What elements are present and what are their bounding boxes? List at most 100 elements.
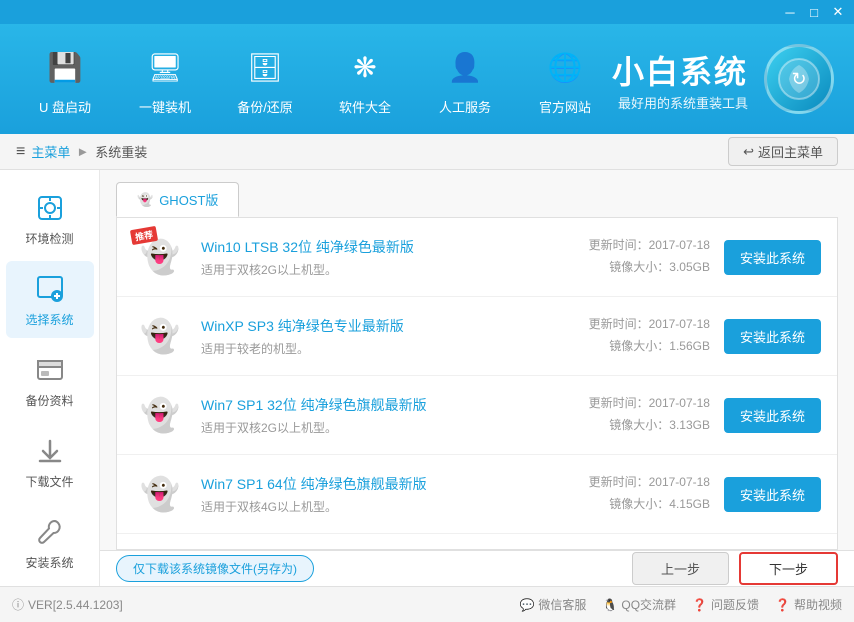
nav-label-manual-service: 人工服务 xyxy=(439,97,491,116)
ghost-icon-winxp: 👻 xyxy=(133,309,187,363)
back-icon: ↩ xyxy=(743,144,754,160)
apps-icon: ❋ xyxy=(340,43,390,93)
breadcrumb-home[interactable]: 主菜单 xyxy=(31,142,70,161)
logo-title: 小白系统 xyxy=(612,47,748,93)
download-icon xyxy=(32,433,68,469)
sidebar-item-download-file[interactable]: 下载文件 xyxy=(6,423,94,500)
sidebar-item-install-system[interactable]: 安装系统 xyxy=(6,504,94,581)
qq-group-link[interactable]: 🐧 QQ交流群 xyxy=(602,596,676,613)
breadcrumb: ≡ 主菜单 ► 系统重装 xyxy=(16,142,147,161)
ghost-tab-icon: 👻 xyxy=(137,192,153,208)
system-item-win7-64: 👻 Win7 SP1 64位 纯净绿色旗舰最新版 适用于双核4G以上机型。 更新… xyxy=(117,455,837,534)
system-meta-win7-64: 更新时间：2017-07-18 镜像大小：4.15GB xyxy=(550,472,710,515)
download-only-button[interactable]: 仅下载该系统镜像文件(另存为) xyxy=(116,555,314,582)
wrench-icon xyxy=(32,514,68,550)
system-update-win7-64: 更新时间：2017-07-18 xyxy=(550,472,710,494)
info-icon: ⓘ xyxy=(12,596,24,613)
gear-icon xyxy=(32,190,68,226)
qq-icon: 🐧 xyxy=(602,598,617,612)
nav-item-software-center[interactable]: ❋ 软件大全 xyxy=(320,35,410,124)
breadcrumb-separator: ► xyxy=(76,144,89,159)
nav-label-software-center: 软件大全 xyxy=(339,97,391,116)
titlebar: ─ □ ✕ xyxy=(0,0,854,24)
ghost-icon-win7-64: 👻 xyxy=(133,467,187,521)
logo-svg: ↻ xyxy=(777,57,821,101)
usb-icon: 💾 xyxy=(40,43,90,93)
system-meta-win10: 更新时间：2017-07-18 镜像大小：3.05GB xyxy=(550,235,710,278)
logo-icon: ↻ xyxy=(764,44,834,114)
footer: ⓘ VER[2.5.44.1203] 💬 微信客服 🐧 QQ交流群 ❓ 问题反馈… xyxy=(0,586,854,622)
system-info-win10: Win10 LTSB 32位 纯净绿色最新版 适用于双核2G以上机型。 xyxy=(201,237,536,278)
ghost-tab-label: GHOST版 xyxy=(159,190,218,209)
tab-ghost[interactable]: 👻 GHOST版 xyxy=(116,182,239,217)
breadcrumb-bar: ≡ 主菜单 ► 系统重装 ↩ 返回主菜单 xyxy=(0,134,854,170)
nav-item-manual-service[interactable]: 👤 人工服务 xyxy=(420,35,510,124)
system-size-win7-64: 镜像大小：4.15GB xyxy=(550,494,710,516)
monitor-icon: 🖥 xyxy=(140,43,190,93)
install-btn-win10[interactable]: 安装此系统 xyxy=(724,240,821,275)
database-icon: 🗄 xyxy=(240,43,290,93)
menu-icon: ≡ xyxy=(16,143,25,161)
sidebar-item-select-system[interactable]: 选择系统 xyxy=(6,261,94,338)
install-btn-win7-32[interactable]: 安装此系统 xyxy=(724,398,821,433)
system-item-win7-32: 👻 Win7 SP1 32位 纯净绿色旗舰最新版 适用于双核2G以上机型。 更新… xyxy=(117,376,837,455)
system-info-win7-64: Win7 SP1 64位 纯净绿色旗舰最新版 适用于双核4G以上机型。 xyxy=(201,474,536,515)
feedback-label: 问题反馈 xyxy=(711,596,759,613)
cursor-icon xyxy=(32,271,68,307)
nav-item-backup-restore[interactable]: 🗄 备份/还原 xyxy=(220,35,310,124)
system-desc-win7-32: 适用于双核2G以上机型。 xyxy=(201,419,536,436)
system-name-win7-64: Win7 SP1 64位 纯净绿色旗舰最新版 xyxy=(201,474,536,494)
qq-label: QQ交流群 xyxy=(621,596,676,613)
help-video-link[interactable]: ❓ 帮助视频 xyxy=(775,596,842,613)
wechat-label: 微信客服 xyxy=(538,596,586,613)
nav-item-usb-boot[interactable]: 💾 U 盘启动 xyxy=(20,35,110,124)
system-desc-winxp: 适用于较老的机型。 xyxy=(201,340,536,357)
minimize-button[interactable]: ─ xyxy=(782,5,798,20)
logo-text: 小白系统 最好用的系统重装工具 xyxy=(612,47,748,112)
back-button[interactable]: ↩ 返回主菜单 xyxy=(728,137,838,166)
sidebar: 环境检测 选择系统 备份资料 下载文件 安装系统 xyxy=(0,170,100,586)
footer-version: ⓘ VER[2.5.44.1203] xyxy=(12,596,123,613)
feedback-link[interactable]: ❓ 问题反馈 xyxy=(692,596,759,613)
sidebar-item-env-check[interactable]: 环境检测 xyxy=(6,180,94,257)
system-thumb-win10: 👻 推荐 xyxy=(133,230,187,284)
system-name-win10: Win10 LTSB 32位 纯净绿色最新版 xyxy=(201,237,536,257)
sidebar-label-install-system: 安装系统 xyxy=(25,554,73,571)
system-thumb-winxp: 👻 xyxy=(133,309,187,363)
version-text: VER[2.5.44.1203] xyxy=(28,598,123,612)
sidebar-item-backup-data[interactable]: 备份资料 xyxy=(6,342,94,419)
content-area: 👻 GHOST版 👻 推荐 Win10 LTSB 32位 纯净绿色最新版 适用于… xyxy=(100,170,854,586)
system-thumb-win7-32: 👻 xyxy=(133,388,187,442)
system-meta-winxp: 更新时间：2017-07-18 镜像大小：1.56GB xyxy=(550,314,710,357)
install-btn-win7-64[interactable]: 安装此系统 xyxy=(724,477,821,512)
next-button[interactable]: 下一步 xyxy=(739,552,838,585)
system-size-win10: 镜像大小：3.05GB xyxy=(550,257,710,279)
system-name-winxp: WinXP SP3 纯净绿色专业最新版 xyxy=(201,316,536,336)
maximize-button[interactable]: □ xyxy=(806,5,822,20)
system-desc-win10: 适用于双核2G以上机型。 xyxy=(201,261,536,278)
close-button[interactable]: ✕ xyxy=(830,4,846,20)
nav-items: 💾 U 盘启动 🖥 一键装机 🗄 备份/还原 ❋ 软件大全 👤 人工服务 🌐 官… xyxy=(20,35,610,124)
nav-buttons: 上一步 下一步 xyxy=(632,552,838,585)
prev-button[interactable]: 上一步 xyxy=(632,552,729,585)
nav-label-usb-boot: U 盘启动 xyxy=(39,97,91,116)
backup-icon xyxy=(32,352,68,388)
system-name-win7-32: Win7 SP1 32位 纯净绿色旗舰最新版 xyxy=(201,395,536,415)
help-label: 帮助视频 xyxy=(794,596,842,613)
wechat-icon: 💬 xyxy=(519,598,534,612)
system-thumb-win7-64: 👻 xyxy=(133,467,187,521)
system-item-win8: 👻 Win8 Up3 32位 纯净绿色专业最新版 适用于双核2G以上机型。 更新… xyxy=(117,534,837,550)
sidebar-label-env-check: 环境检测 xyxy=(25,230,73,247)
system-info-win7-32: Win7 SP1 32位 纯净绿色旗舰最新版 适用于双核2G以上机型。 xyxy=(201,395,536,436)
ghost-icon-win7-32: 👻 xyxy=(133,388,187,442)
wechat-service-link[interactable]: 💬 微信客服 xyxy=(519,596,586,613)
system-size-win7-32: 镜像大小：3.13GB xyxy=(550,415,710,437)
install-btn-winxp[interactable]: 安装此系统 xyxy=(724,319,821,354)
logo-subtitle: 最好用的系统重装工具 xyxy=(612,93,748,112)
nav-item-official-site[interactable]: 🌐 官方网站 xyxy=(520,35,610,124)
system-info-winxp: WinXP SP3 纯净绿色专业最新版 适用于较老的机型。 xyxy=(201,316,536,357)
bottom-bar: 仅下载该系统镜像文件(另存为) 上一步 下一步 xyxy=(100,550,854,586)
system-item-winxp: 👻 WinXP SP3 纯净绿色专业最新版 适用于较老的机型。 更新时间：201… xyxy=(117,297,837,376)
sidebar-label-select-system: 选择系统 xyxy=(25,311,73,328)
nav-item-one-key-install[interactable]: 🖥 一键装机 xyxy=(120,35,210,124)
